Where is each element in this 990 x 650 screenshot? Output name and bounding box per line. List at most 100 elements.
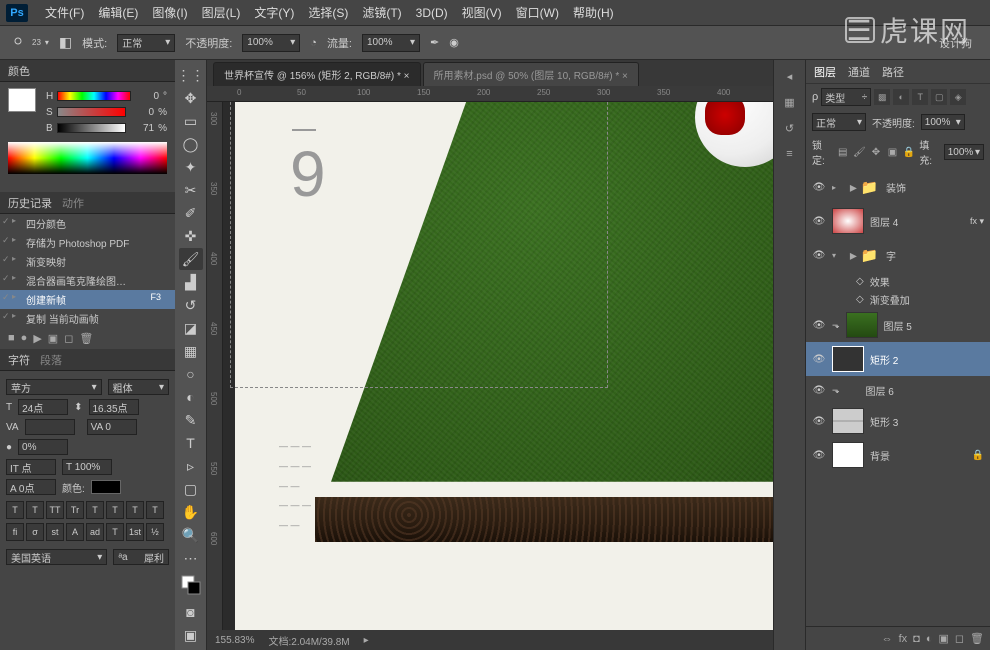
screenmode-tool[interactable]: ▣ — [179, 624, 203, 646]
layer-row[interactable]: 👁背景🔒 — [806, 438, 990, 472]
swatches-icon[interactable]: ▦ — [780, 92, 800, 112]
action-row[interactable]: ✓创建新帧F3 — [0, 290, 175, 309]
crop-tool[interactable]: ✂ — [179, 179, 203, 201]
opentype-button[interactable]: A — [66, 523, 84, 541]
lock-pos-icon[interactable]: ✥ — [870, 145, 883, 159]
layer-row[interactable]: 👁矩形 3 — [806, 404, 990, 438]
menu-window[interactable]: 窗口(W) — [509, 4, 566, 21]
menu-view[interactable]: 视图(V) — [455, 4, 509, 21]
kerning[interactable] — [25, 419, 75, 435]
blur-tool[interactable]: ○ — [179, 363, 203, 385]
close-icon[interactable]: × — [622, 71, 628, 82]
fx-icon[interactable]: fx — [899, 633, 908, 645]
bri-slider[interactable] — [57, 123, 126, 133]
menu-type[interactable]: 文字(Y) — [247, 4, 301, 21]
layer-name[interactable]: 背景 — [870, 448, 890, 463]
layer-row[interactable]: 👁⬎图层 5 — [806, 308, 990, 342]
format-button[interactable]: T — [26, 501, 44, 519]
layer-row[interactable]: 👁 矩形 2 — [806, 342, 990, 376]
history-tab[interactable]: 历史记录 — [8, 195, 52, 211]
quickmask-tool[interactable]: ◙ — [179, 601, 203, 623]
action-row[interactable]: ✓混合器画笔克隆绘图… — [0, 271, 175, 290]
font-weight[interactable]: 粗体▾ — [108, 379, 169, 395]
more-tools[interactable]: ⋯ — [179, 547, 203, 569]
record-icon[interactable]: ● — [21, 332, 28, 345]
tracking[interactable]: VA 0 — [87, 419, 137, 435]
new-layer-icon[interactable]: ◻ — [955, 632, 964, 645]
menu-select[interactable]: 选择(S) — [301, 4, 355, 21]
swatch-toggle-icon[interactable]: ◧ — [59, 34, 72, 51]
layer-effect[interactable]: ◇效果 — [806, 272, 990, 290]
visibility-icon[interactable]: 👁 — [812, 182, 826, 193]
properties-icon[interactable]: ≡ — [780, 144, 800, 164]
language[interactable]: 美国英语▾ — [6, 549, 107, 565]
layer-name[interactable]: 图层 4 — [870, 214, 898, 229]
lock-all-icon[interactable]: 🔒 — [903, 145, 916, 159]
opentype-button[interactable]: ad — [86, 523, 104, 541]
visibility-icon[interactable]: 👁 — [812, 250, 826, 261]
opentype-button[interactable]: ½ — [146, 523, 164, 541]
collapse-icon[interactable]: ◂ — [780, 66, 800, 86]
play-icon[interactable]: ▶ — [33, 332, 41, 345]
opacity-dropdown[interactable]: 100%▾ — [242, 34, 300, 52]
pressure-size-icon[interactable]: ◉ — [449, 36, 459, 49]
canvas-viewport[interactable]: 9 — — —— — —— —— — —— — — [223, 102, 773, 630]
menu-layer[interactable]: 图层(L) — [195, 4, 248, 21]
doc-tab-active[interactable]: 世界杯宣传 @ 156% (矩形 2, RGB/8#) * × — [213, 62, 421, 86]
filter-kind[interactable]: 类型÷ — [821, 88, 871, 106]
history-icon[interactable]: ↺ — [780, 118, 800, 138]
antialias[interactable]: ᵃa犀利 — [113, 549, 169, 565]
visibility-icon[interactable]: 👁 — [812, 450, 826, 461]
visibility-icon[interactable]: 👁 — [812, 320, 826, 331]
eyedropper-tool[interactable]: ✐ — [179, 202, 203, 224]
pen-tool[interactable]: ✎ — [179, 409, 203, 431]
wand-tool[interactable]: ✦ — [179, 156, 203, 178]
sat-slider[interactable] — [57, 107, 126, 117]
brush-preset[interactable]: 23 ▾ — [8, 33, 49, 53]
hscale[interactable]: T 100% — [62, 459, 112, 475]
layer-name[interactable]: 图层 6 — [866, 383, 894, 398]
layer-name[interactable]: 矩形 2 — [870, 352, 898, 367]
opentype-button[interactable]: fi — [6, 523, 24, 541]
ruler-horizontal[interactable]: 0 50 100 150 200 250 300 350 400 — [207, 86, 773, 102]
layer-name[interactable]: 装饰 — [886, 180, 906, 195]
opentype-button[interactable]: σ — [26, 523, 44, 541]
new-set-icon[interactable]: ▣ — [48, 332, 58, 345]
menu-3d[interactable]: 3D(D) — [409, 6, 455, 20]
format-button[interactable]: T — [106, 501, 124, 519]
layer-row[interactable]: 👁⬎图层 6 — [806, 376, 990, 404]
action-row[interactable]: ✓复制 当前动画帧 — [0, 309, 175, 328]
format-button[interactable]: Tr — [66, 501, 84, 519]
history-brush-tool[interactable]: ↺ — [179, 294, 203, 316]
new-action-icon[interactable]: ◻ — [64, 332, 73, 345]
format-button[interactable]: TT — [46, 501, 64, 519]
hue-slider[interactable] — [57, 91, 131, 101]
paragraph-tab[interactable]: 段落 — [40, 352, 62, 368]
scale[interactable]: 0% — [18, 439, 68, 455]
lock-paint-icon[interactable]: 🖌 — [853, 145, 866, 159]
filter-shape-icon[interactable]: ▢ — [931, 89, 947, 105]
dodge-tool[interactable]: ◐ — [179, 386, 203, 408]
format-button[interactable]: T — [6, 501, 24, 519]
visibility-icon[interactable]: 👁 — [812, 385, 826, 396]
layer-fill[interactable]: 100%▾ — [944, 144, 984, 160]
visibility-icon[interactable]: 👁 — [812, 354, 826, 365]
filter-type-icon[interactable]: T — [912, 89, 928, 105]
filter-smart-icon[interactable]: ◈ — [950, 89, 966, 105]
marquee-tool[interactable]: ▭ — [179, 110, 203, 132]
brush-tool[interactable]: 🖌 — [179, 248, 203, 270]
doc-tab-inactive[interactable]: 所用素材.psd @ 50% (图层 10, RGB/8#) * × — [423, 62, 639, 86]
handle-icon[interactable]: ⋮⋮ — [179, 64, 203, 86]
fx-badge[interactable]: fx ▾ — [970, 216, 984, 227]
mask-icon[interactable]: ◘ — [913, 633, 920, 645]
ruler-vertical[interactable]: 300 350 400 450 500 550 600 — [207, 102, 223, 630]
lasso-tool[interactable]: ◯ — [179, 133, 203, 155]
path-tool[interactable]: ▹ — [179, 455, 203, 477]
action-row[interactable]: ✓四分颜色 — [0, 214, 175, 233]
opentype-button[interactable]: 1st — [126, 523, 144, 541]
visibility-icon[interactable]: 👁 — [812, 416, 826, 427]
stamp-tool[interactable]: ▟ — [179, 271, 203, 293]
menu-file[interactable]: 文件(F) — [38, 4, 91, 21]
filter-adj-icon[interactable]: ◐ — [893, 89, 909, 105]
action-row[interactable]: ✓存储为 Photoshop PDF — [0, 233, 175, 252]
